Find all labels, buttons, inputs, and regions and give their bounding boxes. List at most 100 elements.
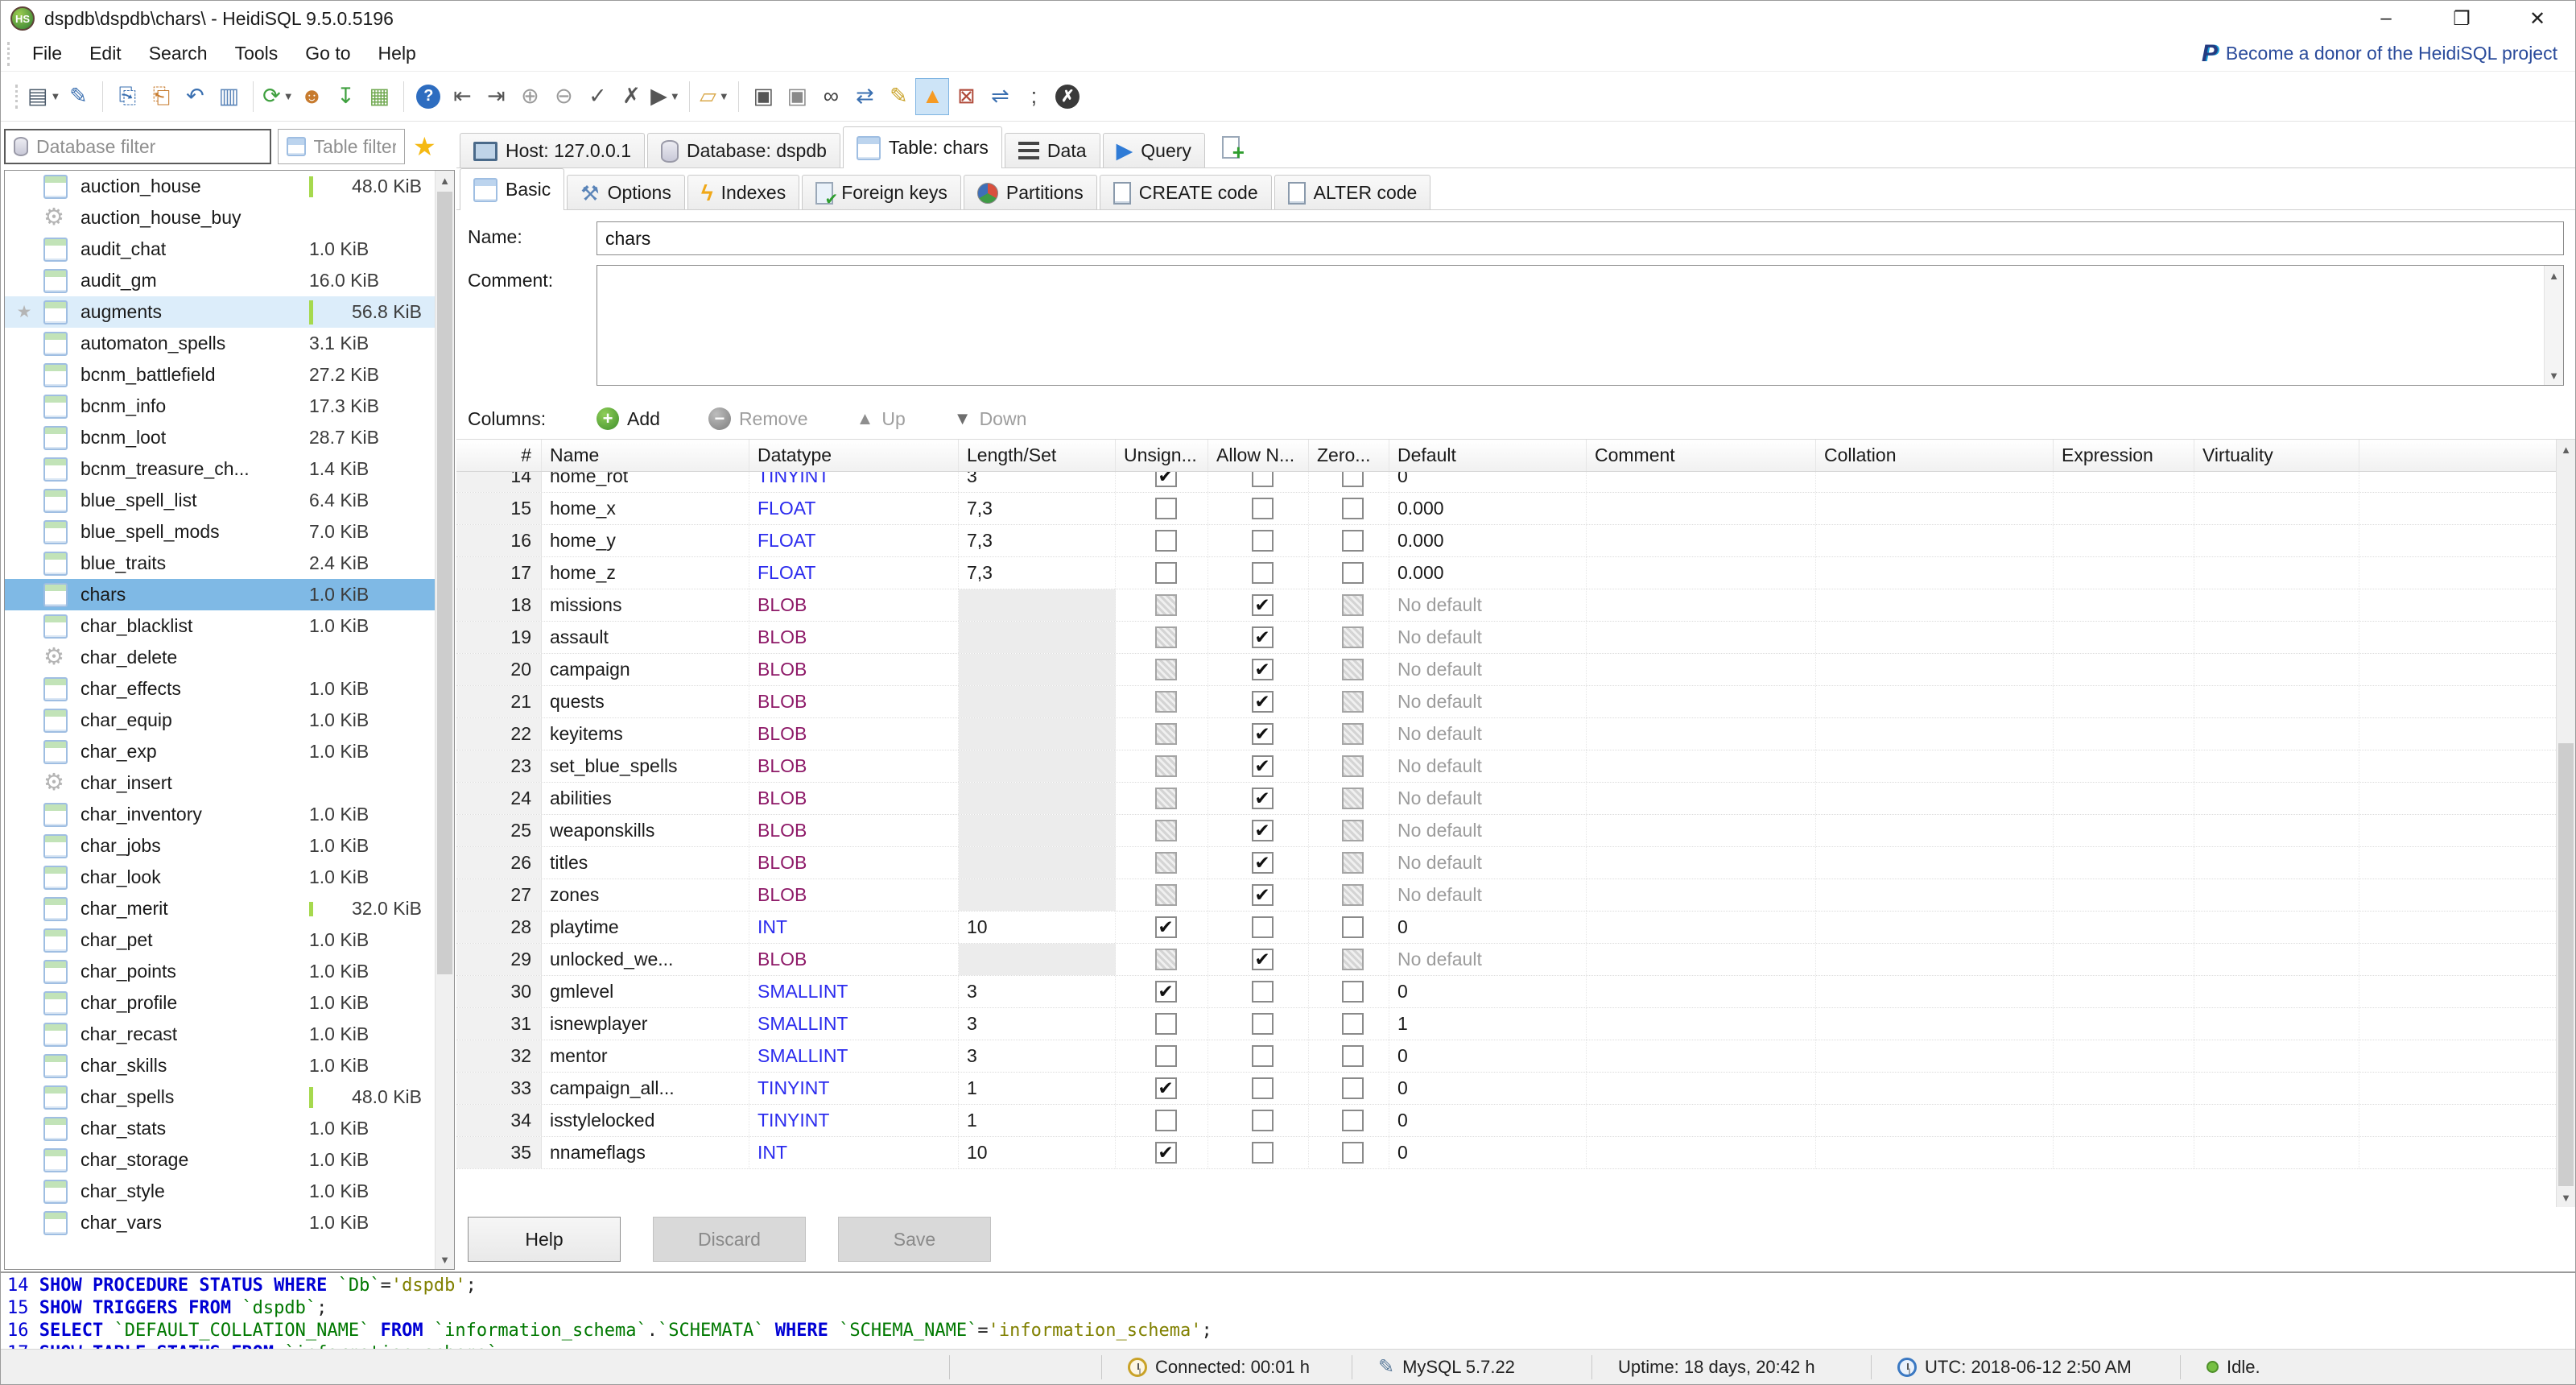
- donate-link[interactable]: P Become a donor of the HeidiSQL project: [2202, 40, 2557, 68]
- unsigned-checkbox[interactable]: [1155, 530, 1177, 552]
- favorites-star-icon[interactable]: ★: [413, 131, 436, 162]
- tree-item-blue_spell_mods[interactable]: blue_spell_mods7.0 KiB: [5, 516, 435, 548]
- unsigned-checkbox[interactable]: [1155, 626, 1177, 648]
- add-column-button[interactable]: + Add: [597, 407, 660, 430]
- grid-header-name[interactable]: Name: [542, 440, 749, 471]
- stop-icon[interactable]: ✗: [1051, 78, 1084, 115]
- allow-null-checkbox[interactable]: [1252, 1110, 1274, 1131]
- table-name-input[interactable]: [597, 221, 2564, 255]
- tree-item-automaton_spells[interactable]: automaton_spells3.1 KiB: [5, 328, 435, 359]
- refresh-icon[interactable]: ⟳▼: [261, 78, 295, 115]
- column-row-home_z[interactable]: 17home_zFLOAT7,30.000: [456, 557, 2556, 589]
- export-database-icon[interactable]: ↧: [328, 78, 362, 115]
- delimiter-icon[interactable]: ;: [1017, 78, 1051, 115]
- column-row-unlocked_we[interactable]: 29unlocked_we...BLOB✔No default: [456, 944, 2556, 976]
- allow-null-checkbox[interactable]: ✔: [1252, 626, 1274, 648]
- unsigned-checkbox[interactable]: [1155, 949, 1177, 970]
- allow-null-checkbox[interactable]: [1252, 1077, 1274, 1099]
- allow-null-checkbox[interactable]: ✔: [1252, 755, 1274, 777]
- unsigned-checkbox[interactable]: [1155, 1045, 1177, 1067]
- column-row-home_y[interactable]: 16home_yFLOAT7,30.000: [456, 525, 2556, 557]
- tree-item-char_recast[interactable]: char_recast1.0 KiB: [5, 1019, 435, 1050]
- column-row-isnewplayer[interactable]: 31isnewplayerSMALLINT31: [456, 1008, 2556, 1040]
- column-row-nnameflags[interactable]: 35nnameflagsINT10✔0: [456, 1137, 2556, 1169]
- copy-icon[interactable]: ⎘: [110, 78, 144, 115]
- find-text-icon[interactable]: ▱▼: [697, 78, 731, 115]
- zerofill-checkbox[interactable]: [1342, 755, 1364, 777]
- grid-header-virtuality[interactable]: Virtuality: [2194, 440, 2359, 471]
- zerofill-checkbox[interactable]: [1342, 659, 1364, 680]
- zerofill-checkbox[interactable]: [1342, 472, 1364, 487]
- unsigned-checkbox[interactable]: ✔: [1155, 1142, 1177, 1164]
- zerofill-checkbox[interactable]: [1342, 1045, 1364, 1067]
- subtab-options[interactable]: ⚒Options: [567, 175, 685, 210]
- menu-item-tools[interactable]: Tools: [221, 36, 292, 71]
- zerofill-checkbox[interactable]: [1342, 594, 1364, 616]
- go-first-icon[interactable]: ⇤: [445, 78, 479, 115]
- database-filter-input[interactable]: Database filter: [4, 129, 271, 164]
- menu-item-file[interactable]: File: [19, 36, 76, 71]
- new-query-tab-button[interactable]: [1214, 129, 1248, 166]
- cancel-edit-icon[interactable]: ✗: [614, 78, 648, 115]
- edit-icon[interactable]: ✎: [881, 78, 915, 115]
- allow-null-checkbox[interactable]: [1252, 1013, 1274, 1035]
- allow-null-checkbox[interactable]: [1252, 1142, 1274, 1164]
- unsigned-checkbox[interactable]: [1155, 691, 1177, 713]
- help-button[interactable]: Help: [468, 1217, 621, 1262]
- save-as-icon[interactable]: ▣: [780, 78, 814, 115]
- grid-header-comment[interactable]: Comment: [1587, 440, 1816, 471]
- move-down-button[interactable]: ▼ Down: [954, 408, 1027, 430]
- allow-null-checkbox[interactable]: [1252, 916, 1274, 938]
- tab-table-chars[interactable]: Table: chars: [843, 126, 1002, 168]
- allow-null-checkbox[interactable]: [1252, 498, 1274, 519]
- zerofill-checkbox[interactable]: [1342, 626, 1364, 648]
- zerofill-checkbox[interactable]: [1342, 723, 1364, 745]
- delete-record-icon[interactable]: ⊖: [547, 78, 580, 115]
- grid-header-default[interactable]: Default: [1389, 440, 1587, 471]
- reformat-icon[interactable]: ▲: [915, 78, 949, 115]
- tree-item-char_exp[interactable]: char_exp1.0 KiB: [5, 736, 435, 767]
- allow-null-checkbox[interactable]: ✔: [1252, 788, 1274, 809]
- close-button[interactable]: ✕: [2500, 1, 2575, 36]
- unsigned-checkbox[interactable]: ✔: [1155, 981, 1177, 1003]
- tree-item-char_pet[interactable]: char_pet1.0 KiB: [5, 924, 435, 956]
- allow-null-checkbox[interactable]: [1252, 472, 1274, 487]
- tree-item-audit_gm[interactable]: audit_gm16.0 KiB: [5, 265, 435, 296]
- go-next-icon[interactable]: ⇥: [479, 78, 513, 115]
- zerofill-checkbox[interactable]: [1342, 1142, 1364, 1164]
- tree-item-char_vars[interactable]: char_vars1.0 KiB: [5, 1207, 435, 1238]
- tab-query[interactable]: ▶Query: [1103, 133, 1205, 168]
- tree-item-char_jobs[interactable]: char_jobs1.0 KiB: [5, 830, 435, 862]
- paste-icon[interactable]: ⎗: [144, 78, 178, 115]
- allow-null-checkbox[interactable]: ✔: [1252, 594, 1274, 616]
- tree-item-bcnm_loot[interactable]: bcnm_loot28.7 KiB: [5, 422, 435, 453]
- column-row-mentor[interactable]: 32mentorSMALLINT30: [456, 1040, 2556, 1073]
- zerofill-checkbox[interactable]: [1342, 820, 1364, 841]
- tree-item-char_points[interactable]: char_points1.0 KiB: [5, 956, 435, 987]
- column-row-home_x[interactable]: 15home_xFLOAT7,30.000: [456, 493, 2556, 525]
- column-row-campaign[interactable]: 20campaignBLOB✔No default: [456, 654, 2556, 686]
- grid-header-unsign[interactable]: Unsign...: [1116, 440, 1208, 471]
- column-row-weaponskills[interactable]: 25weaponskillsBLOB✔No default: [456, 815, 2556, 847]
- column-row-playtime[interactable]: 28playtimeINT10✔0: [456, 912, 2556, 944]
- tree-item-auction_house[interactable]: auction_house48.0 KiB: [5, 171, 435, 202]
- tree-item-char_profile[interactable]: char_profile1.0 KiB: [5, 987, 435, 1019]
- scroll-down-icon[interactable]: ▼: [2545, 366, 2563, 385]
- grid-header-collation[interactable]: Collation: [1816, 440, 2054, 471]
- minimize-button[interactable]: –: [2348, 1, 2424, 36]
- allow-null-checkbox[interactable]: ✔: [1252, 884, 1274, 906]
- clear-filter-icon[interactable]: ⊠: [949, 78, 983, 115]
- tree-item-char_equip[interactable]: char_equip1.0 KiB: [5, 705, 435, 736]
- unsigned-checkbox[interactable]: [1155, 1013, 1177, 1035]
- add-record-icon[interactable]: ⊕: [513, 78, 547, 115]
- tree-item-bcnm_treasure_ch[interactable]: bcnm_treasure_ch...1.4 KiB: [5, 453, 435, 485]
- tree-item-char_blacklist[interactable]: char_blacklist1.0 KiB: [5, 610, 435, 642]
- clipboard-doc-icon[interactable]: ▥: [212, 78, 246, 115]
- allow-null-checkbox[interactable]: [1252, 530, 1274, 552]
- find-icon[interactable]: ∞: [814, 78, 848, 115]
- unsigned-checkbox[interactable]: [1155, 594, 1177, 616]
- comment-scrollbar[interactable]: ▲ ▼: [2544, 266, 2563, 385]
- allow-null-checkbox[interactable]: [1252, 981, 1274, 1003]
- menu-item-search[interactable]: Search: [135, 36, 221, 71]
- column-row-titles[interactable]: 26titlesBLOB✔No default: [456, 847, 2556, 879]
